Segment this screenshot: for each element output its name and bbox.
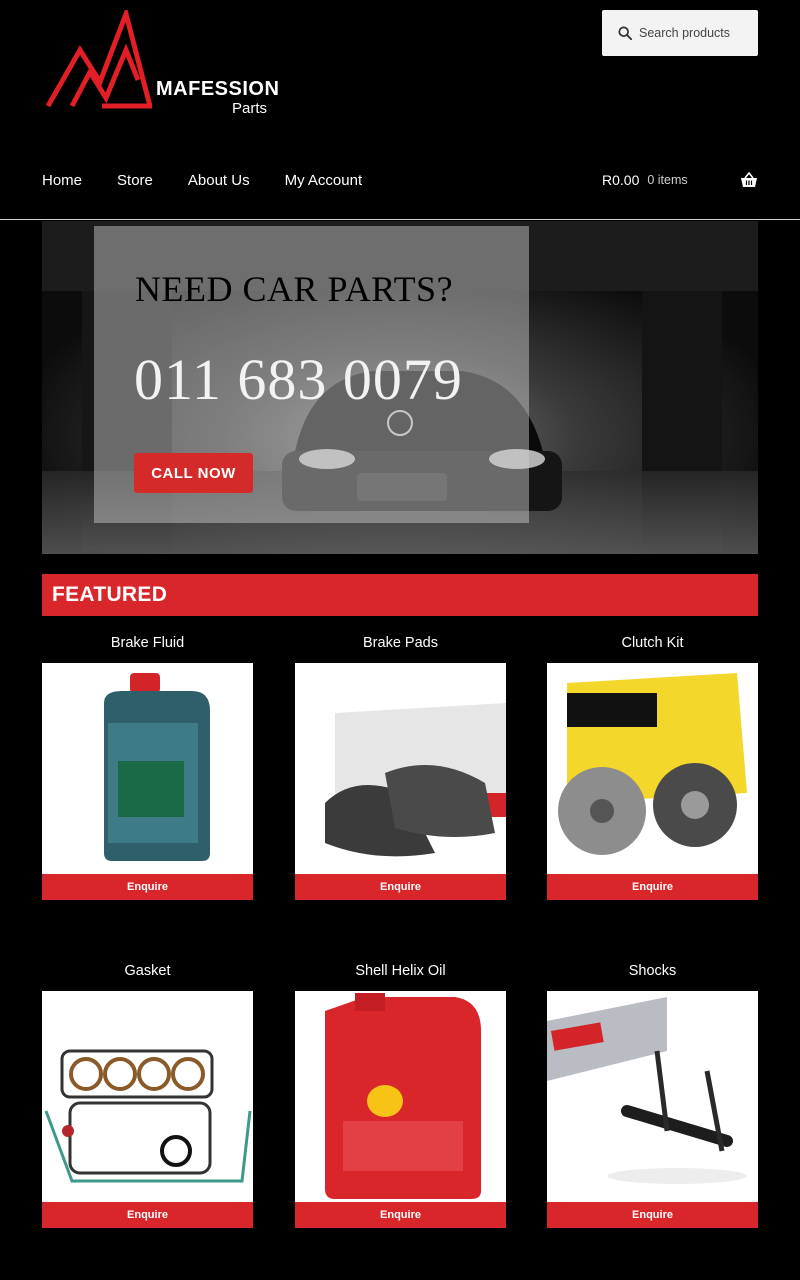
product-image-brake-fluid[interactable] bbox=[42, 663, 253, 874]
product-card[interactable]: Brake Fluid Enquire bbox=[42, 634, 253, 900]
product-card[interactable]: Brake Pads Enquire bbox=[295, 634, 506, 900]
hero-title: NEED CAR PARTS? bbox=[135, 269, 454, 309]
product-name[interactable]: Shell Helix Oil bbox=[295, 962, 506, 980]
nav-item-about-us[interactable]: About Us bbox=[188, 172, 250, 189]
product-card[interactable]: Clutch Kit Enquire bbox=[547, 634, 758, 900]
search-input[interactable] bbox=[639, 26, 751, 40]
enquire-button[interactable]: Enquire bbox=[547, 874, 758, 900]
enquire-button[interactable]: Enquire bbox=[295, 874, 506, 900]
enquire-button[interactable]: Enquire bbox=[295, 1202, 506, 1228]
hero-banner: NEED CAR PARTS? 011 683 0079 CALL NOW bbox=[42, 221, 758, 554]
basket-icon bbox=[741, 172, 757, 187]
product-image-shocks[interactable] bbox=[547, 991, 758, 1202]
hero-phone-number: 011 683 0079 bbox=[134, 347, 463, 412]
primary-nav: Home Store About Us My Account bbox=[42, 172, 362, 189]
nav-item-home[interactable]: Home bbox=[42, 172, 82, 189]
product-name[interactable]: Shocks bbox=[547, 962, 758, 980]
cart-link[interactable]: R0.00 0 items bbox=[602, 172, 758, 188]
header-divider bbox=[0, 219, 800, 220]
nav-item-store[interactable]: Store bbox=[117, 172, 153, 189]
search-icon bbox=[618, 26, 632, 40]
featured-heading: FEATURED bbox=[52, 583, 168, 606]
search-box[interactable] bbox=[602, 10, 758, 56]
cart-item-count: 0 items bbox=[647, 173, 688, 187]
product-card[interactable]: Gasket Enquire bbox=[42, 962, 253, 1228]
nav-item-my-account[interactable]: My Account bbox=[285, 172, 363, 189]
product-name[interactable]: Clutch Kit bbox=[547, 634, 758, 652]
product-card[interactable]: Shocks Enquire bbox=[547, 962, 758, 1228]
site-logo[interactable]: MAFESSION Parts bbox=[42, 5, 279, 122]
product-name[interactable]: Brake Pads bbox=[295, 634, 506, 652]
product-name[interactable]: Gasket bbox=[42, 962, 253, 980]
enquire-button[interactable]: Enquire bbox=[42, 874, 253, 900]
product-image-gasket[interactable] bbox=[42, 991, 253, 1202]
cart-amount: R0.00 bbox=[602, 172, 640, 188]
call-now-button[interactable]: CALL NOW bbox=[134, 453, 253, 493]
logo-brand-sub: Parts bbox=[232, 100, 268, 117]
product-image-brake-pads[interactable] bbox=[295, 663, 506, 874]
enquire-button[interactable]: Enquire bbox=[547, 1202, 758, 1228]
hero-overlay-panel: NEED CAR PARTS? 011 683 0079 CALL NOW bbox=[94, 226, 529, 523]
product-card[interactable]: Shell Helix Oil Enquire bbox=[295, 962, 506, 1228]
featured-section-header: FEATURED bbox=[42, 574, 758, 616]
product-name[interactable]: Brake Fluid bbox=[42, 634, 253, 652]
product-image-shell-helix-oil[interactable] bbox=[295, 991, 506, 1202]
product-image-clutch-kit[interactable] bbox=[547, 663, 758, 874]
enquire-button[interactable]: Enquire bbox=[42, 1202, 253, 1228]
logo-brand-name: MAFESSION bbox=[156, 78, 280, 100]
